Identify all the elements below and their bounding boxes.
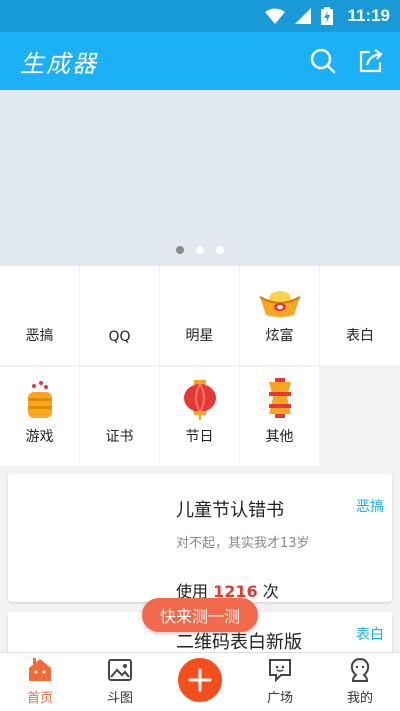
category-grid: 恶搞 QQ 明星 炫富 表白 游戏 证书 节日 其他 (0, 266, 400, 466)
category-label: 游戏 (25, 428, 54, 445)
category-label: 其他 (265, 428, 294, 445)
signal-icon (295, 8, 312, 24)
category-star[interactable]: 明星 (160, 266, 239, 365)
lantern-icon (183, 379, 216, 420)
category-label: 节日 (185, 428, 214, 445)
person-icon (350, 657, 370, 682)
category-label: 炫富 (265, 328, 294, 344)
tab-square[interactable]: 广场 (240, 653, 320, 711)
category-festival[interactable]: 节日 (160, 366, 239, 466)
tab-meme[interactable]: 斗图 (80, 653, 160, 711)
category-label: 明星 (185, 328, 214, 344)
gold-ingot-icon (258, 291, 301, 317)
share-icon[interactable] (358, 48, 384, 74)
card-subtitle: 对不起，其实我才13岁 (176, 536, 310, 551)
carousel-dot[interactable] (196, 246, 204, 254)
status-time: 11:19 (347, 6, 390, 25)
tab-label: 广场 (266, 691, 293, 706)
card-tag[interactable]: 表白 (356, 624, 384, 644)
battery-icon (321, 7, 334, 25)
tab-label: 斗图 (106, 691, 133, 706)
app-bar: 生成器 (0, 32, 400, 90)
category-other[interactable]: 其他 (240, 366, 319, 466)
carousel-dot[interactable] (176, 246, 184, 254)
app-title: 生成器 (20, 49, 98, 78)
category-qq[interactable]: QQ (80, 266, 159, 365)
card-title: 儿童节认错书 (176, 500, 284, 521)
category-confess[interactable]: 表白 (320, 266, 400, 365)
tab-label: 我的 (346, 691, 373, 706)
card-tag[interactable]: 恶搞 (356, 496, 384, 516)
category-rich[interactable]: 炫富 (240, 266, 319, 365)
category-game[interactable]: 游戏 (0, 366, 79, 466)
tab-home[interactable]: 首页 (0, 653, 80, 711)
image-icon (108, 659, 132, 681)
generator-card[interactable]: 儿童节认错书 对不起，其实我才13岁 使用 1216 次 恶搞 (8, 474, 392, 602)
quick-test-button[interactable]: 快来测一测 (142, 598, 258, 632)
game-stack-icon (27, 380, 52, 418)
add-button[interactable] (178, 658, 222, 702)
category-prank[interactable]: 恶搞 (0, 266, 79, 365)
chat-icon (269, 659, 291, 683)
category-label: 恶搞 (25, 328, 54, 344)
tab-label: 首页 (26, 691, 53, 706)
yellow-lantern-icon (268, 377, 291, 418)
category-label: QQ (108, 329, 131, 345)
category-label: 证书 (105, 428, 134, 445)
banner-carousel[interactable] (0, 90, 400, 266)
tab-mine[interactable]: 我的 (320, 653, 400, 711)
carousel-indicator (0, 246, 400, 254)
search-icon[interactable] (310, 48, 336, 74)
status-bar: 11:19 (0, 0, 400, 32)
category-label: 表白 (346, 328, 374, 344)
category-certificate[interactable]: 证书 (80, 366, 159, 466)
carousel-dot[interactable] (216, 246, 224, 254)
wifi-icon (265, 8, 286, 24)
add-icon (188, 668, 212, 692)
home-icon (29, 658, 51, 681)
